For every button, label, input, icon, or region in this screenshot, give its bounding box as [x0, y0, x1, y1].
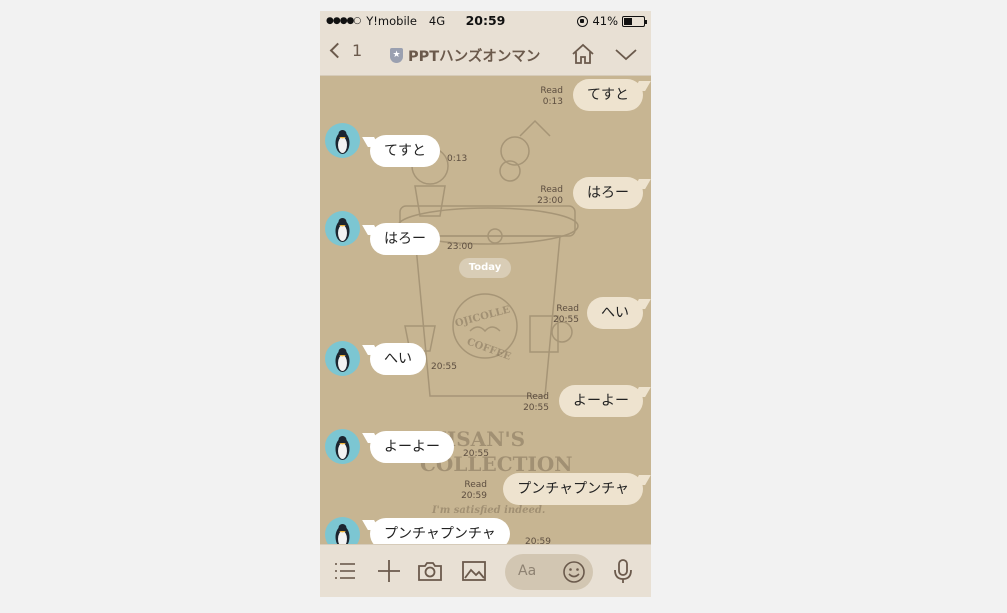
chevron-left-icon — [329, 42, 346, 59]
chat-area[interactable]: OJICOLLE COFFEE OJISAN'S COLLECTION I'm … — [320, 76, 651, 552]
image-icon[interactable] — [461, 558, 487, 584]
microphone-icon[interactable] — [610, 558, 636, 584]
home-icon[interactable] — [570, 42, 596, 66]
outgoing-message[interactable]: てすと — [573, 79, 643, 111]
incoming-message[interactable]: へい — [370, 343, 426, 375]
menu-list-icon[interactable] — [332, 558, 358, 584]
emoji-icon[interactable] — [561, 559, 587, 585]
message-input-placeholder: Aa — [518, 563, 537, 579]
read-label: Read — [464, 480, 487, 490]
status-right: 41% — [577, 14, 647, 28]
penguin-icon — [335, 130, 350, 154]
back-button[interactable]: 1 — [328, 41, 362, 60]
incoming-message[interactable]: てすと — [370, 135, 440, 167]
outgoing-message[interactable]: よーよー — [559, 385, 643, 417]
message-time: 20:55 — [523, 403, 549, 413]
official-shield-icon: ★ — [390, 48, 403, 63]
message-input[interactable]: Aa — [505, 554, 593, 590]
outgoing-message[interactable]: はろー — [573, 177, 643, 209]
plus-icon[interactable] — [376, 558, 402, 584]
date-separator: Today — [459, 258, 511, 278]
chevron-down-icon[interactable] — [613, 42, 639, 66]
avatar[interactable] — [325, 341, 360, 376]
bg-text-coffee: COFFEE — [465, 337, 512, 363]
bg-text-satisfied: I'm satisfied indeed. — [431, 505, 545, 516]
read-receipt: Read 20:59 — [461, 480, 487, 502]
unread-count: 1 — [352, 41, 363, 60]
camera-icon[interactable] — [417, 558, 443, 584]
read-receipt: Read 20:55 — [553, 304, 579, 326]
read-label: Read — [556, 304, 579, 314]
penguin-icon — [335, 218, 350, 242]
battery-percent: 41% — [592, 14, 618, 28]
read-receipt: Read 23:00 — [537, 185, 563, 207]
battery-icon — [622, 15, 647, 27]
message-time: 20:55 — [463, 449, 489, 459]
avatar[interactable] — [325, 429, 360, 464]
message-time: 23:00 — [537, 196, 563, 206]
phone-screen: ●●●●○ Y!mobile 4G 20:59 41% 1 ★ PPTハンズオン… — [320, 11, 651, 597]
incoming-message[interactable]: よーよー — [370, 431, 454, 463]
message-time: 20:59 — [461, 491, 487, 501]
rotation-lock-icon — [577, 15, 589, 27]
message-time: 23:00 — [447, 242, 473, 252]
read-label: Read — [540, 86, 563, 96]
message-time: 0:13 — [447, 154, 468, 164]
bg-text-ojicolle: OJICOLLE — [454, 304, 512, 329]
chat-title-text: PPTハンズオンマン — [408, 49, 541, 65]
outgoing-message[interactable]: へい — [587, 297, 643, 329]
message-time: 0:13 — [542, 97, 563, 107]
avatar[interactable] — [325, 123, 360, 158]
read-label: Read — [540, 185, 563, 195]
chat-title[interactable]: ★ PPTハンズオンマン — [390, 45, 540, 66]
outgoing-message[interactable]: プンチャプンチャ — [503, 473, 643, 505]
message-time: 20:55 — [553, 315, 579, 325]
read-label: Read — [526, 392, 549, 402]
penguin-icon — [335, 348, 350, 372]
read-receipt: Read 0:13 — [540, 86, 563, 108]
message-toolbar: Aa — [320, 544, 651, 597]
incoming-message[interactable]: はろー — [370, 223, 440, 255]
penguin-icon — [335, 436, 350, 460]
read-receipt: Read 20:55 — [523, 392, 549, 414]
status-bar: ●●●●○ Y!mobile 4G 20:59 41% — [320, 11, 651, 31]
message-time: 20:55 — [431, 362, 457, 372]
chat-header: 1 ★ PPTハンズオンマン — [320, 31, 651, 76]
avatar[interactable] — [325, 211, 360, 246]
